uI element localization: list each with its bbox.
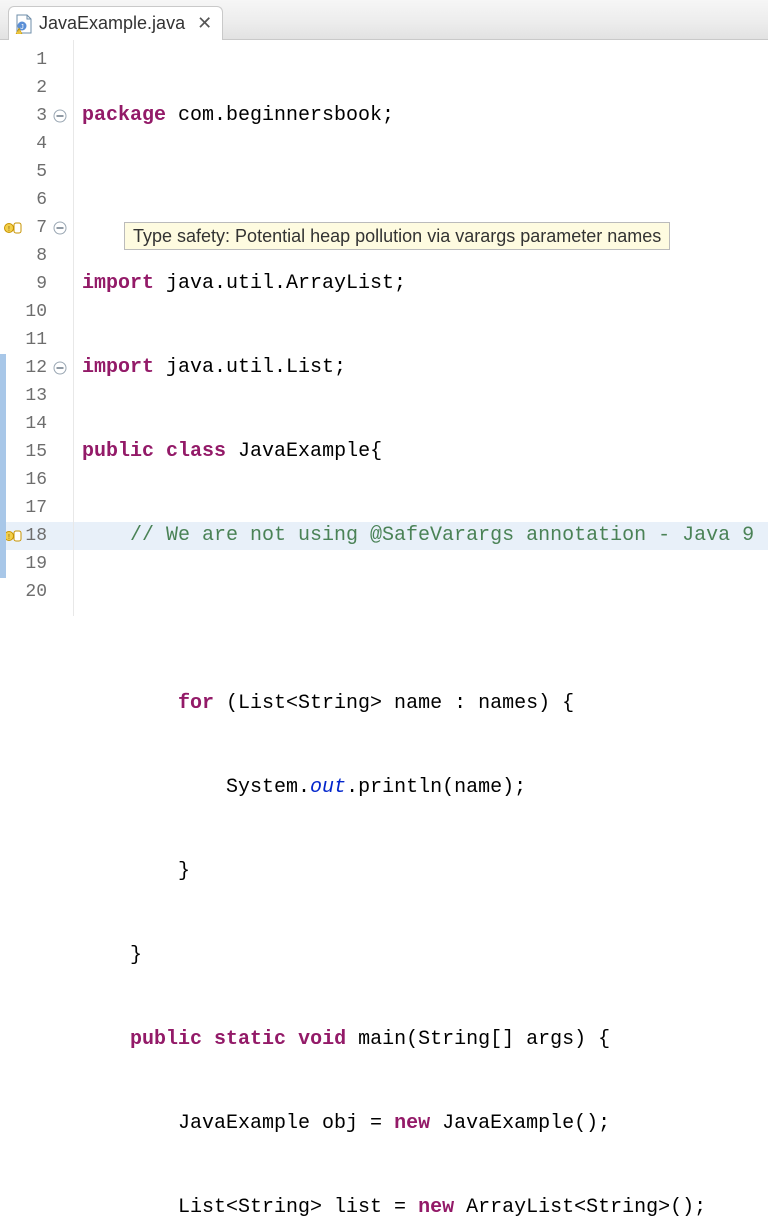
gutter-line: 1 xyxy=(0,46,73,74)
code-line: System.out.println(name); xyxy=(74,774,768,802)
gutter-line: 2 xyxy=(0,74,73,102)
line-number: 13 xyxy=(25,386,47,406)
java-file-icon: J ! xyxy=(15,14,33,34)
gutter-line: 15 xyxy=(0,438,73,466)
line-number: 5 xyxy=(36,162,47,182)
editor-body: 1 2 3 4 5 6 ! xyxy=(0,40,768,616)
line-number: 2 xyxy=(36,78,47,98)
line-number: 11 xyxy=(25,330,47,350)
gutter-line: 10 xyxy=(0,298,73,326)
line-number: 8 xyxy=(36,246,47,266)
change-marker xyxy=(0,466,6,494)
line-number: 9 xyxy=(36,274,47,294)
code-line: import java.util.List; xyxy=(74,354,768,382)
editor-tab[interactable]: J ! JavaExample.java ✕ xyxy=(8,6,223,40)
svg-text:!: ! xyxy=(7,226,11,234)
close-icon[interactable]: ✕ xyxy=(197,13,212,34)
gutter-line: 11 xyxy=(0,326,73,354)
code-line xyxy=(74,186,768,214)
gutter-line: 9 xyxy=(0,270,73,298)
code-line: } xyxy=(74,942,768,970)
line-number: 6 xyxy=(36,190,47,210)
gutter-line: 20 xyxy=(0,578,73,606)
fold-toggle-icon[interactable] xyxy=(53,361,67,375)
tooltip-text: Type safety: Potential heap pollution vi… xyxy=(133,226,661,247)
tab-filename: JavaExample.java xyxy=(39,13,185,34)
change-marker xyxy=(0,410,6,438)
line-number: 14 xyxy=(25,414,47,434)
code-line: package com.beginnersbook; xyxy=(74,102,768,130)
gutter-line: 17 xyxy=(0,494,73,522)
line-number: 18 xyxy=(25,526,47,546)
line-number: 4 xyxy=(36,134,47,154)
line-number: 1 xyxy=(36,50,47,70)
code-line: } xyxy=(74,858,768,886)
change-marker xyxy=(0,354,6,382)
code-line: public static void main(String[] args) { xyxy=(74,1026,768,1054)
line-number: 12 xyxy=(25,358,47,378)
gutter-line: 14 xyxy=(0,410,73,438)
gutter: 1 2 3 4 5 6 ! xyxy=(0,40,74,616)
gutter-line: 12 xyxy=(0,354,73,382)
line-number: 7 xyxy=(36,218,47,238)
code-line: public class JavaExample{ xyxy=(74,438,768,466)
editor-window: J ! JavaExample.java ✕ 1 2 3 xyxy=(0,0,768,616)
line-number: 10 xyxy=(25,302,47,322)
gutter-line: 4 xyxy=(0,130,73,158)
gutter-line: 19 xyxy=(0,550,73,578)
line-number: 16 xyxy=(25,470,47,490)
line-number: 17 xyxy=(25,498,47,518)
warning-icon[interactable]: ! xyxy=(4,219,22,237)
warning-tooltip: Type safety: Potential heap pollution vi… xyxy=(124,222,670,250)
change-marker xyxy=(0,438,6,466)
gutter-line: 5 xyxy=(0,158,73,186)
code-line: // We are not using @SafeVarargs annotat… xyxy=(74,522,768,550)
change-marker xyxy=(0,550,6,578)
svg-text:!: ! xyxy=(7,534,11,542)
line-number: 15 xyxy=(25,442,47,462)
svg-text:!: ! xyxy=(18,29,19,34)
fold-toggle-icon[interactable] xyxy=(53,221,67,235)
change-marker xyxy=(0,382,6,410)
change-marker xyxy=(0,522,6,550)
line-number: 20 xyxy=(25,582,47,602)
fold-toggle-icon[interactable] xyxy=(53,109,67,123)
code-line: for (List<String> name : names) { xyxy=(74,690,768,718)
svg-text:J: J xyxy=(20,24,24,31)
gutter-line: 16 xyxy=(0,466,73,494)
code-area[interactable]: package com.beginnersbook; import java.u… xyxy=(74,40,768,616)
gutter-line: 3 xyxy=(0,102,73,130)
code-line: import java.util.ArrayList; xyxy=(74,270,768,298)
change-marker xyxy=(0,494,6,522)
code-line xyxy=(74,606,768,634)
tab-bar: J ! JavaExample.java ✕ xyxy=(0,0,768,40)
gutter-line: ! 7 xyxy=(0,214,73,242)
warning-icon[interactable]: ! xyxy=(4,527,22,545)
gutter-line: 13 xyxy=(0,382,73,410)
code-line: List<String> list = new ArrayList<String… xyxy=(74,1194,768,1222)
line-number: 3 xyxy=(36,106,47,126)
gutter-line: 8 xyxy=(0,242,73,270)
gutter-line: 6 xyxy=(0,186,73,214)
line-number: 19 xyxy=(25,554,47,574)
code-line: JavaExample obj = new JavaExample(); xyxy=(74,1110,768,1138)
gutter-line: ! 18 xyxy=(0,522,73,550)
